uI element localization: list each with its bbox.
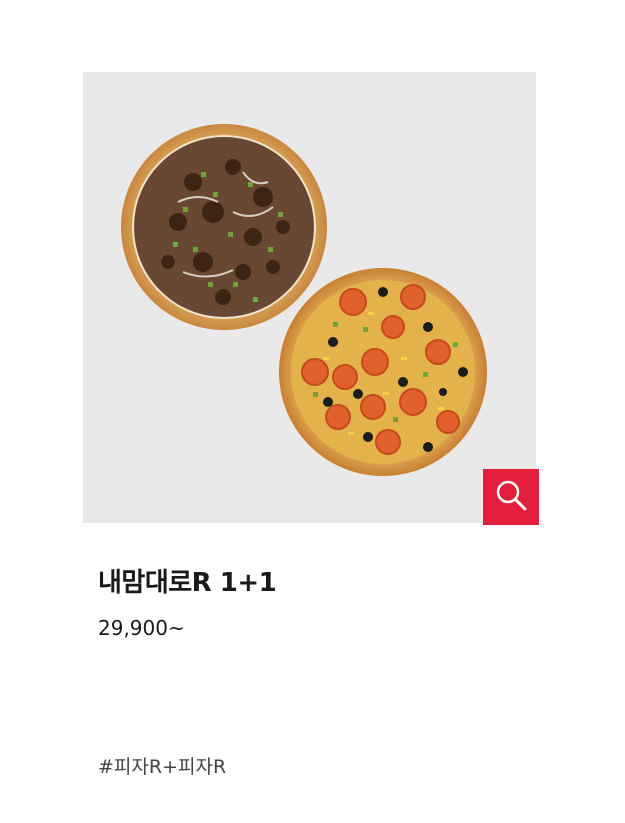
bulgogi-pizza	[121, 124, 327, 330]
product-image[interactable]	[83, 72, 536, 523]
magnifier-icon	[492, 476, 530, 518]
product-price: 29,900~	[98, 616, 185, 640]
pepperoni-pizza	[279, 268, 487, 476]
product-card[interactable]: 내맘대로R 1+1 29,900~ #피자R+피자R	[0, 0, 625, 823]
pizza-illustration	[121, 124, 487, 476]
product-title[interactable]: 내맘대로R 1+1	[98, 562, 277, 599]
product-hashtag[interactable]: #피자R+피자R	[98, 752, 226, 779]
zoom-button[interactable]	[483, 469, 539, 525]
